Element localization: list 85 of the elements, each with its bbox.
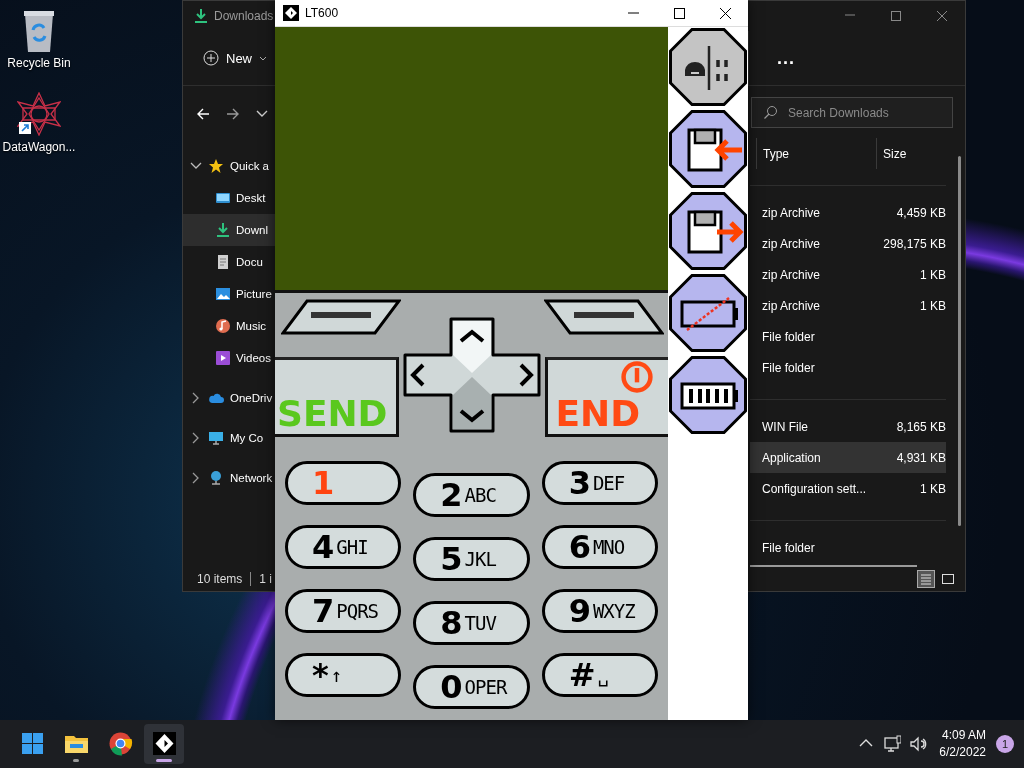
- file-type-cell: zip Archive: [762, 236, 821, 251]
- selection-count: 1 i: [259, 572, 273, 586]
- full-battery-icon: [680, 382, 738, 410]
- empty-battery-button[interactable]: [669, 274, 747, 352]
- window-title: LT600: [305, 6, 339, 20]
- list-icon: [919, 572, 933, 586]
- document-icon: [215, 254, 231, 270]
- keypad-key[interactable]: #␣: [541, 653, 658, 697]
- file-type-cell: WIN File: [762, 419, 808, 434]
- floppy-in-button[interactable]: [669, 110, 747, 188]
- file-type-cell: Configuration sett...: [762, 481, 867, 496]
- nav-item[interactable]: OneDriv: [183, 378, 275, 418]
- folder-icon: [64, 736, 88, 753]
- star-icon: [208, 158, 224, 174]
- file-size-cell: 4,459 KB: [896, 205, 946, 220]
- plus-icon: [203, 50, 219, 66]
- desktop-icon-label[interactable]: Recycle Bin: [7, 56, 71, 70]
- network-icon: [883, 735, 902, 753]
- nav-item[interactable]: Music: [183, 310, 275, 342]
- nav-item[interactable]: My Co: [183, 418, 275, 458]
- clock[interactable]: 4:09 AM 6/2/2022: [939, 727, 986, 761]
- floppy-arrow-icon: [687, 210, 744, 254]
- file-row[interactable]: Application 4,931 KB: [750, 442, 946, 473]
- nav-item[interactable]: Quick a: [183, 150, 275, 182]
- more-button[interactable]: ...: [773, 43, 799, 73]
- file-size-cell: 8,165 KB: [896, 419, 946, 434]
- column-header[interactable]: Type: [756, 138, 876, 169]
- search-field[interactable]: Search Downloads: [751, 97, 953, 128]
- music-icon: [215, 318, 231, 334]
- computer-icon: [208, 430, 224, 446]
- notification-badge[interactable]: 1: [996, 735, 1014, 753]
- nav-item[interactable]: Docu: [183, 246, 275, 278]
- shortcut-logo-icon[interactable]: [17, 92, 61, 136]
- soft-key-button[interactable]: [281, 299, 401, 335]
- item-count: 10 items: [197, 572, 243, 586]
- window-title: Downloads: [214, 9, 274, 23]
- nav-item[interactable]: Downl: [183, 214, 275, 246]
- desktop-folder-icon: [215, 190, 231, 206]
- app-logo-icon: [152, 732, 176, 755]
- network-icon: [208, 470, 224, 486]
- file-size-cell: 298,175 KB: [883, 236, 946, 251]
- video-icon: [215, 350, 231, 366]
- nav-item[interactable]: Deskt: [183, 182, 275, 214]
- floppy-out-button[interactable]: [669, 192, 747, 270]
- file-type-cell: Application: [762, 450, 821, 465]
- empty-battery-icon: [680, 297, 738, 331]
- floppy-arrow-icon: [687, 128, 745, 172]
- download-icon: [193, 8, 209, 24]
- vertical-scrollbar[interactable]: [958, 156, 961, 526]
- browser-icon: [109, 732, 132, 756]
- soft-key-button[interactable]: [544, 299, 664, 335]
- device-icon: [685, 46, 728, 90]
- horizontal-scrollbar[interactable]: [750, 565, 917, 567]
- nav-item[interactable]: Network: [183, 458, 275, 498]
- windows-icon: [21, 733, 43, 754]
- file-type-cell: zip Archive: [762, 298, 821, 313]
- file-size-cell: 4,931 KB: [896, 450, 946, 465]
- app-button[interactable]: [144, 724, 184, 764]
- file-type-cell: File folder: [762, 360, 815, 375]
- maximize-icon: [672, 6, 686, 20]
- file-size-cell: 1 KB: [920, 481, 946, 496]
- tile-icon: [941, 572, 955, 586]
- file-type-cell: File folder: [762, 540, 815, 555]
- nav-item[interactable]: Picture: [183, 278, 275, 310]
- close-icon: [936, 10, 948, 22]
- close-icon: [718, 6, 732, 20]
- column-header[interactable]: Size: [876, 138, 952, 169]
- download-icon: [215, 222, 231, 238]
- file-size-cell: 1 KB: [920, 298, 946, 313]
- volume-icon: [909, 735, 928, 753]
- app-logo-icon: [283, 5, 299, 21]
- nav-item[interactable]: Videos: [183, 342, 275, 374]
- file-type-cell: File folder: [762, 329, 815, 344]
- file-type-cell: zip Archive: [762, 267, 821, 282]
- search-icon: [763, 105, 778, 120]
- keypad-key[interactable]: *↑: [285, 653, 402, 697]
- caret-icon: [259, 54, 267, 62]
- file-type-cell: zip Archive: [762, 205, 821, 220]
- maximize-icon: [890, 10, 902, 22]
- desktop-icon-label[interactable]: DataWagon...: [2, 140, 76, 154]
- file-size-cell: 1 KB: [920, 267, 946, 282]
- picture-icon: [215, 286, 231, 302]
- new-button[interactable]: New: [201, 43, 269, 73]
- full-battery-button[interactable]: [669, 356, 747, 434]
- device-button[interactable]: [669, 28, 747, 106]
